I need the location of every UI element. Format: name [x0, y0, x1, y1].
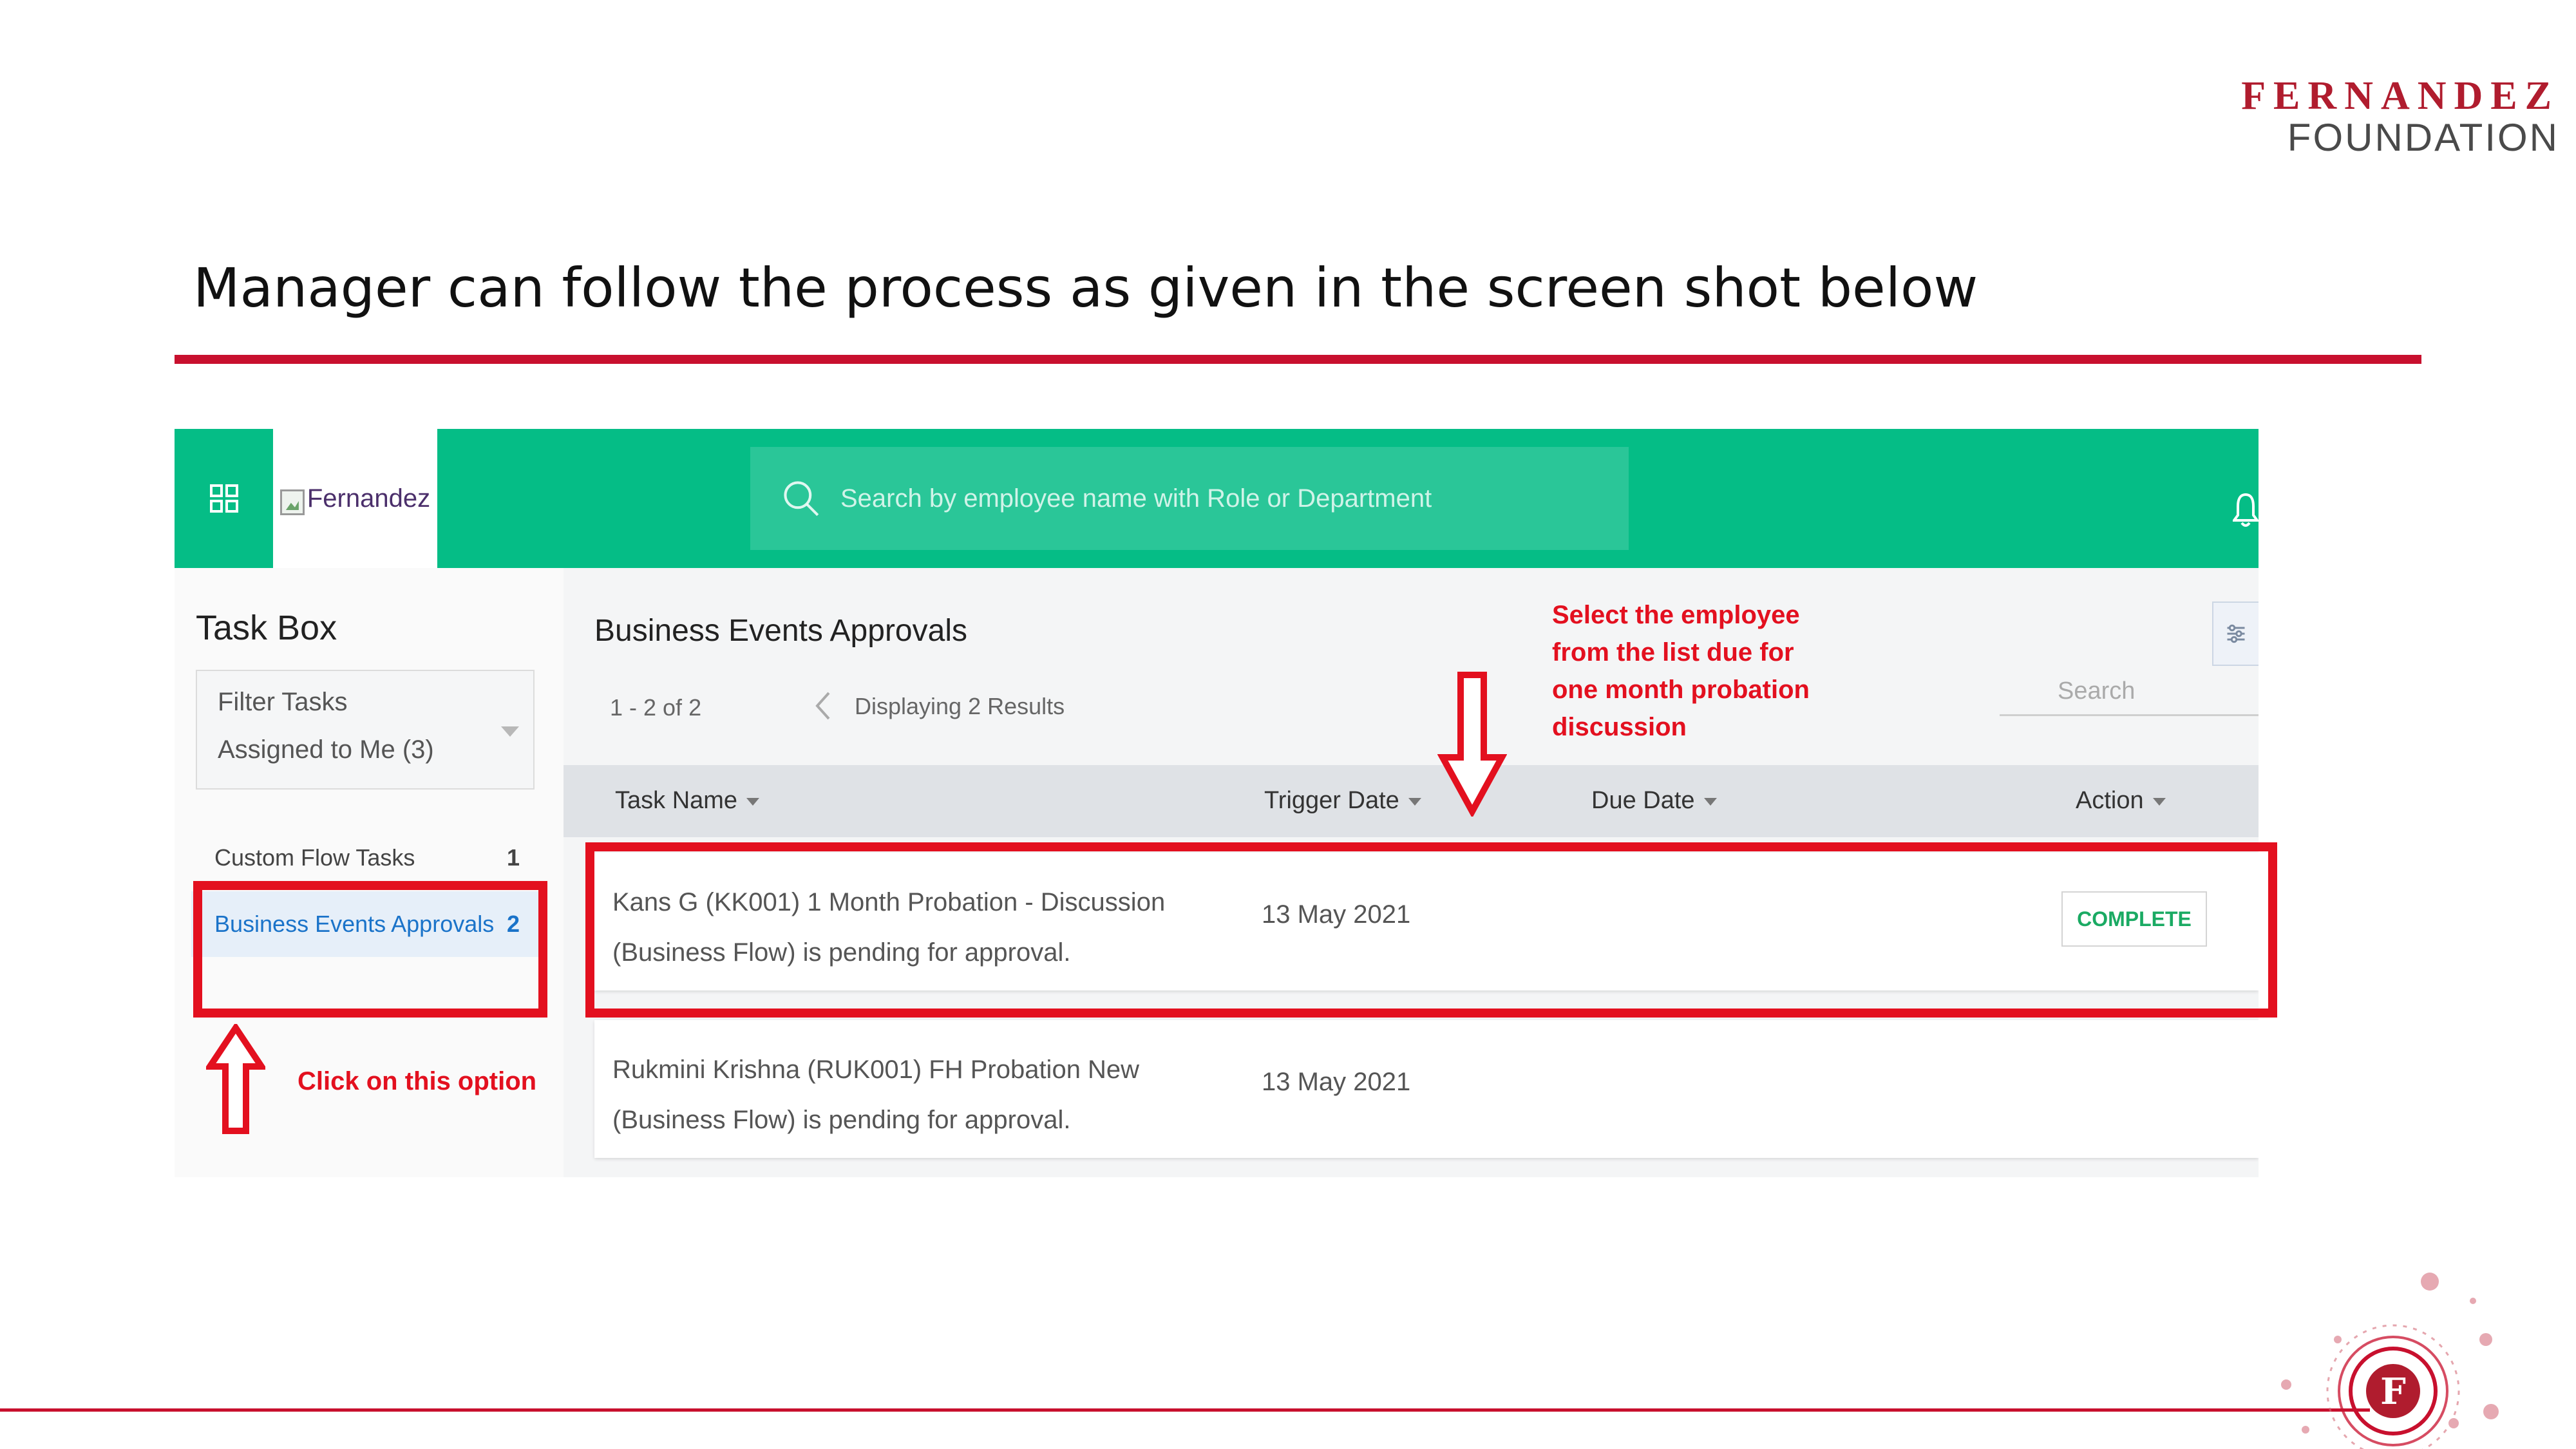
broken-image-icon: [279, 489, 305, 515]
column-header-trigger-date[interactable]: Trigger Date: [1264, 787, 1421, 815]
task-search-placeholder: Search: [2058, 677, 2136, 705]
filter-value: Assigned to Me (3): [218, 735, 434, 764]
task-search-input[interactable]: Search: [2000, 671, 2259, 716]
fernandez-foundation-logo: FERNANDEZ FOUNDATION: [2241, 76, 2559, 157]
brand-logo-alt: Fernandez: [307, 484, 431, 513]
logo-line-2: FOUNDATION: [2287, 116, 2559, 159]
filter-options-button[interactable]: [2212, 601, 2259, 666]
panel-title: Business Events Approvals: [594, 614, 967, 648]
bell-icon: [2231, 493, 2259, 527]
foundation-emblem-icon: F: [2281, 1273, 2499, 1449]
notification-button[interactable]: [2231, 491, 2259, 529]
app-header: Fernandez Search by employee name with R…: [175, 429, 2259, 568]
results-count: Displaying 2 Results: [855, 693, 1065, 719]
brand-logo-box[interactable]: Fernandez: [273, 429, 437, 568]
highlight-box-sidebar-option: [193, 881, 547, 1018]
annotation-select-employee: Select the employee from the list due fo…: [1552, 601, 1810, 741]
filter-tasks-select[interactable]: Filter Tasks Assigned to Me (3): [196, 670, 535, 790]
sidebar-item-label: Custom Flow Tasks: [214, 844, 415, 871]
svg-text:F: F: [2380, 1370, 2406, 1413]
search-icon: [784, 481, 819, 516]
highlight-box-task-row: [585, 842, 2277, 1018]
arrow-down-icon: [1437, 672, 1507, 817]
employee-search-input[interactable]: Search by employee name with Role or Dep…: [750, 447, 1629, 550]
pager-range: 1 - 2 of 2: [610, 694, 702, 721]
task-name-cell: Rukmini Krishna (RUK001) FH Probation Ne…: [612, 1056, 1140, 1134]
filter-label: Filter Tasks: [218, 688, 348, 716]
footer-divider: [0, 1408, 2370, 1412]
column-header-due-date[interactable]: Due Date: [1591, 787, 1717, 815]
grid-icon: [209, 484, 238, 513]
annotation-click-option: Click on this option: [298, 1067, 537, 1095]
sidebar-item-custom-flow-tasks[interactable]: Custom Flow Tasks 1: [191, 838, 539, 877]
trigger-date-cell: 13 May 2021: [1262, 1068, 1411, 1096]
chevron-down-icon: [501, 726, 519, 737]
search-placeholder: Search by employee name with Role or Dep…: [840, 484, 1432, 513]
title-divider: [175, 355, 2421, 364]
column-header-action[interactable]: Action: [2076, 787, 2166, 815]
task-box-title: Task Box: [196, 609, 337, 647]
column-header-task-name[interactable]: Task Name: [615, 787, 759, 815]
sliders-icon: [2227, 624, 2245, 643]
brand-logo: Fernandez: [279, 482, 431, 515]
slide-title: Manager can follow the process as given …: [193, 256, 1978, 319]
table-header: Task Name Trigger Date Due Date Action: [564, 765, 2259, 837]
chevron-left-icon[interactable]: [815, 690, 831, 721]
app-launcher-button[interactable]: [175, 429, 273, 568]
logo-line-1: FERNANDEZ: [2241, 74, 2559, 118]
table-row[interactable]: Rukmini Krishna (RUK001) FH Probation Ne…: [594, 1020, 2259, 1158]
arrow-up-icon: [206, 1024, 265, 1134]
sidebar-item-count: 1: [506, 844, 520, 871]
